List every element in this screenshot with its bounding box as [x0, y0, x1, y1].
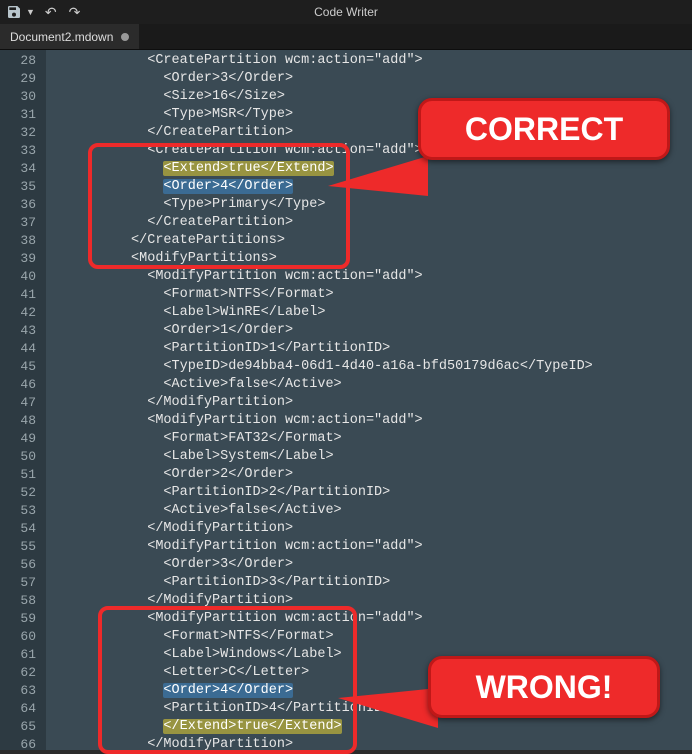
line-number: 66 [0, 736, 46, 754]
line-number: 44 [0, 340, 46, 358]
code-line[interactable]: <Type>Primary</Type> [46, 196, 692, 214]
code-line[interactable]: <Format>NTFS</Format> [46, 286, 692, 304]
line-number: 54 [0, 520, 46, 538]
line-number: 39 [0, 250, 46, 268]
tab-document[interactable]: Document2.mdown [0, 24, 139, 49]
tab-bar: Document2.mdown [0, 24, 692, 50]
line-number: 45 [0, 358, 46, 376]
code-line[interactable]: <Label>WinRE</Label> [46, 304, 692, 322]
line-number: 57 [0, 574, 46, 592]
dirty-indicator-icon [121, 33, 129, 41]
line-number: 53 [0, 502, 46, 520]
line-number: 36 [0, 196, 46, 214]
code-editor[interactable]: 2829303132333435363738394041424344454647… [0, 50, 692, 750]
save-dropdown-icon[interactable]: ▼ [26, 7, 35, 17]
line-number: 49 [0, 430, 46, 448]
callout-tail-icon [328, 156, 428, 196]
code-line[interactable]: </ModifyPartition> [46, 736, 692, 754]
line-number: 55 [0, 538, 46, 556]
line-number: 50 [0, 448, 46, 466]
line-number: 28 [0, 52, 46, 70]
code-line[interactable]: </ModifyPartition> [46, 394, 692, 412]
code-line[interactable]: <CreatePartition wcm:action="add"> [46, 52, 692, 70]
code-line[interactable]: <PartitionID>2</PartitionID> [46, 484, 692, 502]
line-number: 65 [0, 718, 46, 736]
highlight-blue: <Order>4</Order> [163, 179, 293, 194]
line-number: 41 [0, 286, 46, 304]
line-number: 32 [0, 124, 46, 142]
code-line[interactable]: <Order>3</Order> [46, 70, 692, 88]
redo-icon[interactable]: ↷ [67, 4, 83, 21]
code-line[interactable]: <PartitionID>3</PartitionID> [46, 574, 692, 592]
code-line[interactable]: </ModifyPartition> [46, 520, 692, 538]
highlight-yellow: </Extend>true</Extend> [163, 719, 341, 734]
highlight-yellow: <Extend>true</Extend> [163, 161, 333, 176]
code-line[interactable]: <ModifyPartition wcm:action="add"> [46, 268, 692, 286]
code-area[interactable]: CORRECT WRONG! <CreatePartition wcm:acti… [46, 50, 692, 750]
code-line[interactable]: <Order>3</Order> [46, 556, 692, 574]
line-number: 31 [0, 106, 46, 124]
line-number: 38 [0, 232, 46, 250]
line-number: 62 [0, 664, 46, 682]
code-line[interactable]: <ModifyPartitions> [46, 250, 692, 268]
line-number: 35 [0, 178, 46, 196]
callout-wrong: WRONG! [428, 656, 660, 718]
code-line[interactable]: </CreatePartition> [46, 214, 692, 232]
line-number: 40 [0, 268, 46, 286]
line-number-gutter: 2829303132333435363738394041424344454647… [0, 50, 46, 750]
line-number: 34 [0, 160, 46, 178]
line-number: 47 [0, 394, 46, 412]
tab-filename: Document2.mdown [10, 30, 113, 44]
code-line[interactable]: <Order>2</Order> [46, 466, 692, 484]
line-number: 33 [0, 142, 46, 160]
line-number: 60 [0, 628, 46, 646]
code-line[interactable]: <Format>NTFS</Format> [46, 628, 692, 646]
code-line[interactable]: <Label>System</Label> [46, 448, 692, 466]
line-number: 64 [0, 700, 46, 718]
code-line[interactable]: <Format>FAT32</Format> [46, 430, 692, 448]
line-number: 43 [0, 322, 46, 340]
line-number: 48 [0, 412, 46, 430]
code-line[interactable]: <PartitionID>1</PartitionID> [46, 340, 692, 358]
line-number: 58 [0, 592, 46, 610]
code-line[interactable]: <ModifyPartition wcm:action="add"> [46, 412, 692, 430]
save-icon[interactable] [6, 4, 22, 20]
code-line[interactable]: <Active>false</Active> [46, 502, 692, 520]
line-number: 56 [0, 556, 46, 574]
app-title: Code Writer [314, 5, 378, 19]
code-line[interactable]: <Order>1</Order> [46, 322, 692, 340]
callout-tail-icon [338, 688, 438, 728]
code-line[interactable]: <ModifyPartition wcm:action="add"> [46, 538, 692, 556]
line-number: 30 [0, 88, 46, 106]
line-number: 46 [0, 376, 46, 394]
undo-icon[interactable]: ↶ [43, 4, 59, 21]
callout-correct: CORRECT [418, 98, 670, 160]
code-line[interactable]: </ModifyPartition> [46, 592, 692, 610]
highlight-blue: <Order>4</Order> [163, 683, 293, 698]
code-line[interactable]: </CreatePartitions> [46, 232, 692, 250]
line-number: 42 [0, 304, 46, 322]
line-number: 52 [0, 484, 46, 502]
code-line[interactable]: <ModifyPartition wcm:action="add"> [46, 610, 692, 628]
line-number: 51 [0, 466, 46, 484]
title-bar: ▼ ↶ ↷ Code Writer [0, 0, 692, 24]
code-line[interactable]: <TypeID>de94bba4-06d1-4d40-a16a-bfd50179… [46, 358, 692, 376]
line-number: 63 [0, 682, 46, 700]
line-number: 59 [0, 610, 46, 628]
line-number: 37 [0, 214, 46, 232]
line-number: 61 [0, 646, 46, 664]
line-number: 29 [0, 70, 46, 88]
code-line[interactable]: <Active>false</Active> [46, 376, 692, 394]
